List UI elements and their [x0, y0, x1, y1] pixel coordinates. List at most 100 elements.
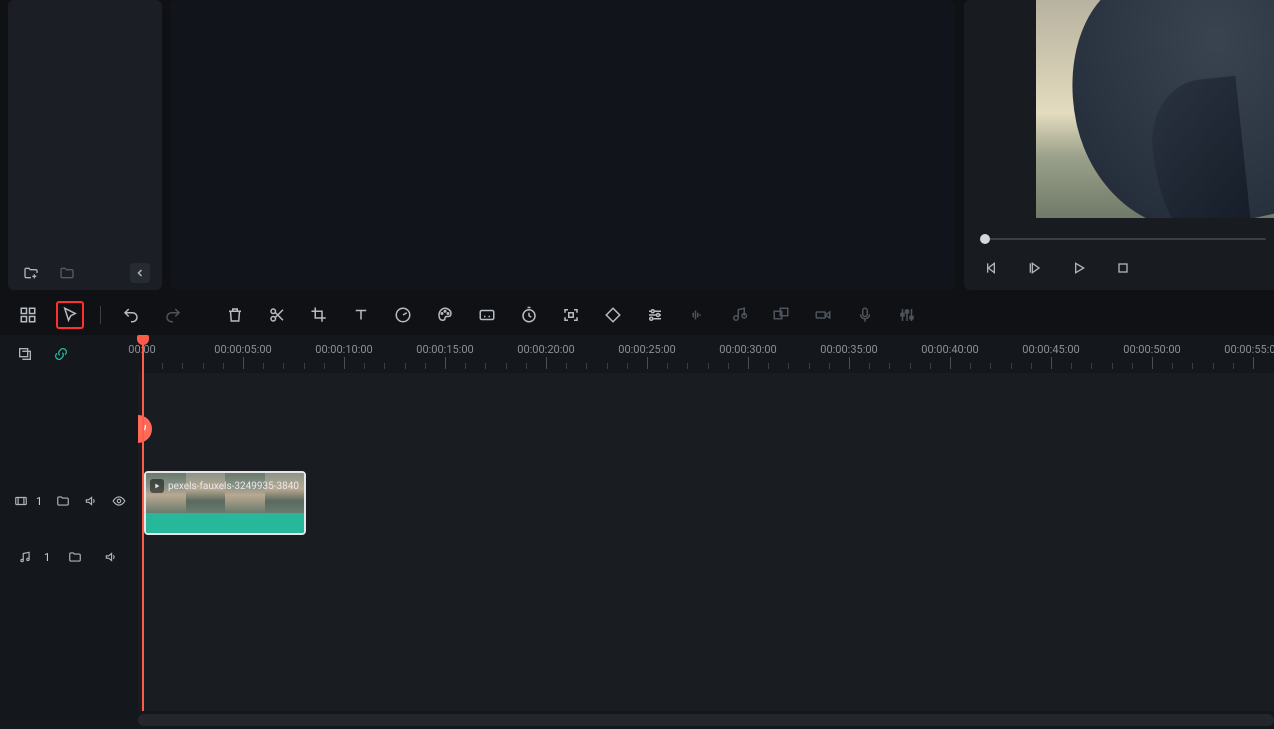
text-icon[interactable] — [347, 301, 375, 329]
video-track-icon — [14, 490, 28, 512]
ruler-tick-minor — [889, 363, 890, 369]
playhead[interactable] — [142, 335, 144, 711]
prev-frame-button[interactable] — [980, 257, 1002, 279]
trash-icon[interactable] — [221, 301, 249, 329]
ruler-tick-minor — [506, 363, 507, 369]
ruler-tick-minor — [687, 363, 688, 369]
tracks-area[interactable] — [138, 373, 1274, 711]
play-button[interactable] — [1068, 257, 1090, 279]
ruler-tick-major — [950, 357, 951, 369]
ruler-label: 00:00:40:00 — [921, 343, 978, 356]
audio-wave-icon[interactable] — [683, 301, 711, 329]
ruler-tick-minor — [384, 363, 385, 369]
scissors-icon[interactable] — [263, 301, 291, 329]
ruler-tick-minor — [1112, 363, 1113, 369]
ruler-tick-minor — [788, 363, 789, 369]
ruler-tick-minor — [1091, 363, 1092, 369]
timeline: 1 1 00:0000:00:05:0000: — [0, 335, 1274, 729]
timeline-canvas[interactable]: 00:0000:00:05:0000:00:10:0000:00:15:0000… — [138, 335, 1274, 729]
ruler-tick-minor — [324, 363, 325, 369]
audio-track-label: 1 — [44, 551, 50, 564]
color-icon[interactable] — [431, 301, 459, 329]
clip-play-icon — [150, 479, 164, 493]
top-panels — [0, 0, 1274, 295]
ruler-tick-minor — [728, 363, 729, 369]
ruler-tick-minor — [586, 363, 587, 369]
folder-icon[interactable] — [56, 262, 78, 284]
ruler-tick-minor — [768, 363, 769, 369]
ruler-label: 00:00:45:00 — [1022, 343, 1079, 356]
ruler-tick-major — [546, 357, 547, 369]
video-clip[interactable]: pexels-fauxels-3249935-3840 — [144, 471, 306, 535]
scrollbar-thumb[interactable] — [138, 714, 1274, 726]
time-ruler[interactable]: 00:0000:00:05:0000:00:10:0000:00:15:0000… — [138, 335, 1274, 373]
new-folder-icon[interactable] — [20, 262, 42, 284]
ruler-tick-minor — [405, 363, 406, 369]
undo-icon[interactable] — [117, 301, 145, 329]
ruler-tick-minor — [930, 363, 931, 369]
stack-icon[interactable] — [14, 343, 36, 365]
preview-scrubber[interactable] — [980, 232, 1266, 246]
ruler-tick-minor — [425, 363, 426, 369]
ruler-tick-minor — [182, 363, 183, 369]
source-monitor — [170, 0, 955, 290]
audio-track-header[interactable]: 1 — [0, 529, 138, 585]
keyframe-icon[interactable] — [599, 301, 627, 329]
clip-title-bar: pexels-fauxels-3249935-3840 — [150, 477, 300, 495]
cursor-select-icon[interactable] — [56, 301, 84, 329]
caption-icon[interactable] — [473, 301, 501, 329]
clip-audio-wave — [146, 513, 304, 533]
ruler-tick-minor — [708, 363, 709, 369]
timer-icon[interactable] — [515, 301, 543, 329]
timeline-scrollbar[interactable] — [138, 711, 1274, 729]
record-icon[interactable] — [809, 301, 837, 329]
ruler-label: 00:00:25:00 — [618, 343, 675, 356]
timeline-toolbar — [0, 295, 1274, 335]
ruler-tick-major — [445, 357, 446, 369]
ruler-tick-major — [1253, 357, 1254, 369]
layout-grid-icon[interactable] — [14, 301, 42, 329]
ruler-tick-major — [243, 357, 244, 369]
ruler-tick-minor — [526, 363, 527, 369]
ruler-tick-minor — [283, 363, 284, 369]
voice-icon[interactable] — [851, 301, 879, 329]
ruler-tick-minor — [829, 363, 830, 369]
ruler-tick-minor — [304, 363, 305, 369]
ruler-label: 00:00:50:00 — [1123, 343, 1180, 356]
track-visibility-icon[interactable] — [112, 490, 126, 512]
media-panel-footer — [8, 256, 162, 290]
ruler-tick-minor — [223, 363, 224, 369]
ruler-tick-minor — [869, 363, 870, 369]
video-track-label: 1 — [36, 495, 42, 508]
collapse-panel-button[interactable] — [130, 263, 150, 283]
redo-icon[interactable] — [159, 301, 187, 329]
link-icon[interactable] — [50, 343, 72, 365]
ruler-tick-minor — [627, 363, 628, 369]
ruler-tick-minor — [1071, 363, 1072, 369]
detach-audio-icon[interactable] — [725, 301, 753, 329]
ruler-tick-minor — [607, 363, 608, 369]
mix-icon[interactable] — [893, 301, 921, 329]
ruler-tick-major — [1051, 357, 1052, 369]
scrubber-handle-icon[interactable] — [980, 234, 990, 244]
ruler-tick-major — [647, 357, 648, 369]
track-folder-icon[interactable] — [64, 546, 86, 568]
track-mute-icon[interactable] — [100, 546, 122, 568]
frame-fit-icon[interactable] — [557, 301, 585, 329]
ruler-tick-minor — [162, 363, 163, 369]
crop-icon[interactable] — [305, 301, 333, 329]
media-panel — [8, 0, 162, 290]
play-range-button[interactable] — [1024, 257, 1046, 279]
track-mute-icon[interactable] — [84, 490, 98, 512]
stop-button[interactable] — [1112, 257, 1134, 279]
adjust-icon[interactable] — [641, 301, 669, 329]
ruler-tick-minor — [364, 363, 365, 369]
track-folder-icon[interactable] — [56, 490, 70, 512]
ruler-label: 00:00:15:00 — [416, 343, 473, 356]
speed-icon[interactable] — [389, 301, 417, 329]
ruler-label: 00:00:20:00 — [517, 343, 574, 356]
video-track-header[interactable]: 1 — [0, 473, 138, 529]
ruler-label: 00:00:55:00 — [1224, 343, 1274, 356]
ruler-tick-minor — [1192, 363, 1193, 369]
group-icon[interactable] — [767, 301, 795, 329]
